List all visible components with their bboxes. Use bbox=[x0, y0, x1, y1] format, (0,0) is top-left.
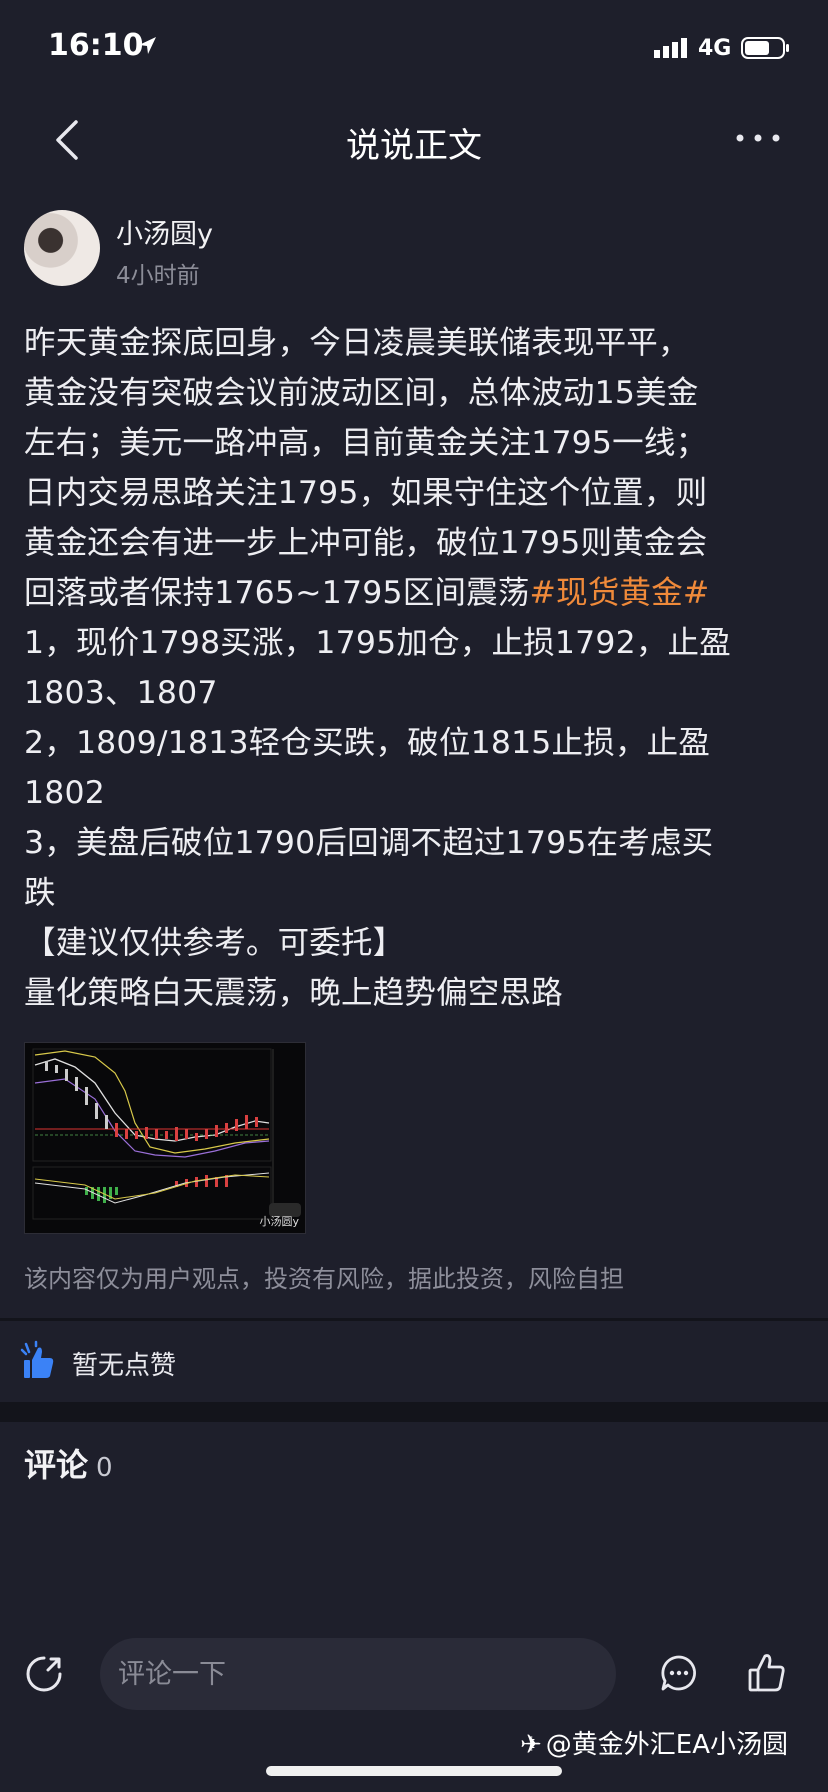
post-line: 1803、1807 bbox=[24, 675, 218, 711]
status-time: 16:10 bbox=[48, 28, 144, 63]
more-options-icon[interactable] bbox=[734, 126, 782, 150]
post-body: 昨天黄金探底回身，今日凌晨美联储表现平平， 黄金没有突破会议前波动区间，总体波动… bbox=[24, 318, 814, 1018]
hashtag-link[interactable]: #现货黄金# bbox=[530, 575, 710, 611]
comment-bubble-icon[interactable] bbox=[660, 1654, 698, 1692]
post-line: 【建议仅供参考。可委托】 bbox=[24, 925, 405, 961]
post-line-with-hashtag: 回落或者保持1765~1795区间震荡#现货黄金# bbox=[24, 568, 814, 618]
post-line: 左右；美元一路冲高，目前黄金关注1795一线； bbox=[24, 425, 708, 461]
source-watermark: ✈ @黄金外汇EA小汤圆 bbox=[520, 1724, 788, 1761]
post-line: 黄金还会有进一步上冲可能，破位1795则黄金会 bbox=[24, 525, 708, 561]
post-image-gold-chart[interactable]: 小汤圆y bbox=[24, 1042, 306, 1234]
chart-thumbnail-graphic bbox=[25, 1043, 305, 1233]
section-divider bbox=[0, 1318, 828, 1321]
bottom-action-bar bbox=[0, 1630, 828, 1720]
author-name[interactable]: 小汤圆y bbox=[116, 212, 213, 251]
home-indicator[interactable] bbox=[266, 1766, 562, 1776]
comment-input[interactable] bbox=[100, 1638, 616, 1710]
post-line: 1，现价1798买涨，1795加仓，止损1792，止盈 bbox=[24, 625, 731, 661]
weibo-logo-icon: ✈ bbox=[520, 1730, 542, 1760]
battery-icon bbox=[741, 37, 789, 59]
comments-title: 评论 bbox=[24, 1446, 89, 1484]
post-line: 黄金没有突破会议前波动区间，总体波动15美金 bbox=[24, 375, 699, 411]
post-line: 1802 bbox=[24, 775, 105, 811]
post-author[interactable]: 小汤圆y 4小时前 bbox=[24, 210, 804, 290]
post-line: 量化策略白天震荡，晚上趋势偏空思路 bbox=[24, 975, 563, 1011]
thumbs-up-icon[interactable] bbox=[748, 1652, 786, 1692]
post-line: 2，1809/1813轻仓买跌，破位1815止损，止盈 bbox=[24, 725, 711, 761]
post-line: 3，美盘后破位1790后回调不超过1795在考虑买 bbox=[24, 825, 714, 861]
network-type: 4G bbox=[698, 36, 732, 61]
watermark-text: @黄金外汇EA小汤圆 bbox=[545, 1730, 789, 1760]
avatar[interactable] bbox=[24, 210, 100, 286]
page-title: 说说正文 bbox=[346, 126, 482, 166]
post-line-text: 回落或者保持1765~1795区间震荡 bbox=[24, 575, 530, 611]
likes-label: 暂无点赞 bbox=[72, 1351, 177, 1381]
image-watermark: 小汤圆y bbox=[259, 1215, 299, 1228]
cellular-signal-icon bbox=[654, 38, 687, 58]
comments-header: 评论 0 bbox=[24, 1440, 113, 1486]
post-line: 日内交易思路关注1795，如果守住这个位置，则 bbox=[24, 475, 708, 511]
comments-count: 0 bbox=[96, 1453, 113, 1483]
section-divider bbox=[0, 1402, 828, 1422]
post-timestamp: 4小时前 bbox=[116, 263, 200, 289]
like-hand-icon bbox=[20, 1340, 54, 1378]
post-line: 昨天黄金探底回身，今日凌晨美联储表现平平， bbox=[24, 325, 690, 361]
status-bar: 16:10 4G bbox=[0, 0, 828, 100]
investment-disclaimer: 该内容仅为用户观点，投资有风险，据此投资，风险自担 bbox=[24, 1265, 624, 1293]
likes-row[interactable]: 暂无点赞 bbox=[0, 1325, 828, 1397]
share-refresh-icon[interactable] bbox=[24, 1654, 64, 1694]
location-arrow-icon bbox=[139, 37, 156, 54]
post-line: 跌 bbox=[24, 875, 56, 911]
